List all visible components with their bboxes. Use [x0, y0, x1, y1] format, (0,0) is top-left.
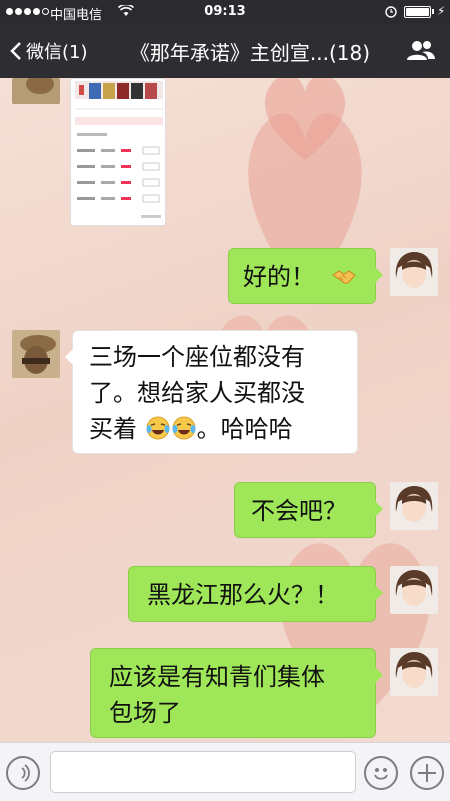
tears-of-joy-emoji-icon — [172, 416, 196, 440]
more-button[interactable] — [410, 756, 444, 790]
message-text: 黑龙江那么火？！ — [147, 581, 339, 609]
battery-tip — [432, 9, 434, 14]
message-bubble-sent[interactable]: 应该是有知青们集体 包场了 — [90, 648, 383, 738]
avatar-me[interactable] — [390, 482, 438, 530]
battery-icon — [404, 6, 431, 18]
chat-title: 《那年承诺》主创宣...(18) — [129, 41, 371, 65]
handshake-emoji-icon — [331, 270, 356, 284]
message-bubble-sent[interactable]: 不会吧？ — [234, 482, 383, 538]
avatar-me[interactable] — [390, 566, 438, 614]
message-text: 不会吧？ — [251, 497, 347, 525]
voice-icon — [17, 764, 30, 782]
emoji-icon — [374, 768, 388, 780]
shared-screenshot-image[interactable] — [70, 78, 166, 226]
chevron-left-icon — [10, 42, 21, 60]
avatar-me[interactable] — [390, 248, 438, 296]
charging-icon: ⚡ — [437, 4, 446, 18]
clock: 09:13 — [204, 4, 246, 19]
message-line: 包场了 — [109, 699, 181, 727]
avatar[interactable] — [12, 78, 60, 104]
message-bubble-sent[interactable]: 黑龙江那么火？！ — [128, 566, 383, 622]
avatar[interactable] — [12, 330, 60, 378]
message-line: 三场一个座位都没有 — [89, 343, 305, 371]
alarm-icon — [385, 6, 397, 18]
back-label: 微信(1) — [26, 42, 88, 63]
message-bubble-received[interactable]: 三场一个座位都没有 了。想给家人买都没 买着 。哈哈哈 — [65, 330, 358, 454]
message-text: 好的！ — [243, 263, 315, 291]
message-line: 买着 — [89, 415, 137, 443]
nav-bar: 微信(1) 《那年承诺》主创宣...(18) — [0, 24, 450, 78]
message-line: 了。想给家人买都没 — [89, 379, 305, 407]
avatar-me[interactable] — [390, 648, 438, 696]
back-button[interactable]: 微信(1) — [10, 38, 88, 64]
tears-of-joy-emoji-icon — [146, 416, 170, 440]
group-members-icon[interactable] — [406, 38, 436, 62]
plus-icon — [418, 764, 436, 782]
message-bubble-sent[interactable]: 好的！ — [228, 248, 383, 304]
voice-button[interactable] — [6, 756, 40, 790]
message-tail-text: 。哈哈哈 — [196, 415, 293, 443]
message-input[interactable] — [50, 751, 356, 793]
emoji-button[interactable] — [364, 756, 398, 790]
message-line: 应该是有知青们集体 — [109, 663, 325, 691]
input-bar — [0, 742, 450, 801]
status-bar: 中国电信 09:13 ⚡ — [0, 0, 450, 24]
